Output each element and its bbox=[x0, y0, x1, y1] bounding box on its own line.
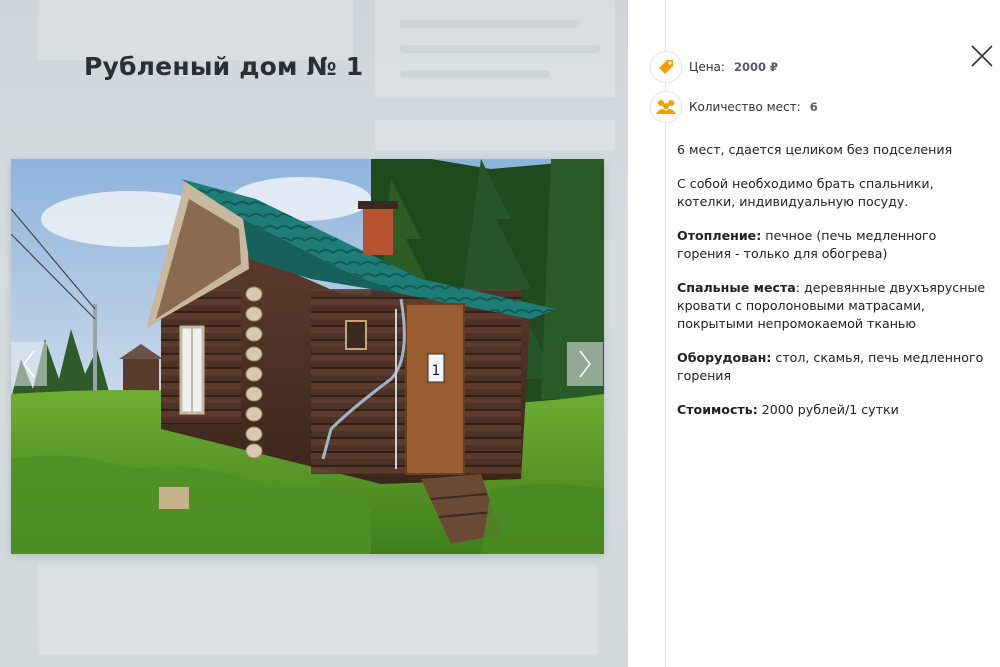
cabin-photo-illustration: 1 bbox=[11, 159, 604, 554]
description-paragraph: 6 мест, сдается целиком без подселения bbox=[677, 142, 953, 157]
chevron-right-icon bbox=[579, 350, 592, 378]
close-icon bbox=[971, 45, 993, 67]
price-row: Цена: 2000 ₽ bbox=[650, 51, 778, 83]
gallery-pane: Рубленый дом № 1 1 bbox=[0, 0, 628, 667]
price-tag-icon bbox=[650, 51, 682, 83]
prev-photo-button[interactable] bbox=[11, 342, 47, 386]
description-paragraph: Спальные места: деревянные двухъярусные … bbox=[677, 280, 986, 331]
price-label: Цена: bbox=[689, 60, 725, 74]
next-photo-button[interactable] bbox=[567, 342, 603, 386]
modal-stage: Рубленый дом № 1 1 Цена: 2000 ₽ Количест… bbox=[0, 0, 1000, 667]
chevron-left-icon bbox=[22, 350, 35, 378]
price-value: 2000 ₽ bbox=[733, 60, 778, 74]
places-row: Количество мест: 6 bbox=[650, 91, 818, 123]
places-value: 6 bbox=[809, 100, 818, 114]
description: 6 мест, сдается целиком без подселения С… bbox=[677, 141, 987, 435]
description-paragraph: Оборудован: стол, скамья, печь медленног… bbox=[677, 350, 984, 383]
door-number: 1 bbox=[432, 363, 441, 379]
places-label: Количество мест: bbox=[689, 100, 801, 114]
close-button[interactable] bbox=[970, 44, 994, 68]
cabin-photo: 1 bbox=[11, 159, 604, 554]
description-paragraph: Стоимость: 2000 рублей/1 сутки bbox=[677, 402, 899, 417]
page-title: Рубленый дом № 1 bbox=[84, 52, 364, 81]
people-icon bbox=[650, 91, 682, 123]
details-panel: Цена: 2000 ₽ Количество мест: 6 6 мест, … bbox=[628, 0, 1000, 667]
description-paragraph: С собой необходимо брать спальники, коте… bbox=[677, 176, 934, 209]
description-paragraph: Отопление: печное (печь медленного горен… bbox=[677, 228, 937, 261]
